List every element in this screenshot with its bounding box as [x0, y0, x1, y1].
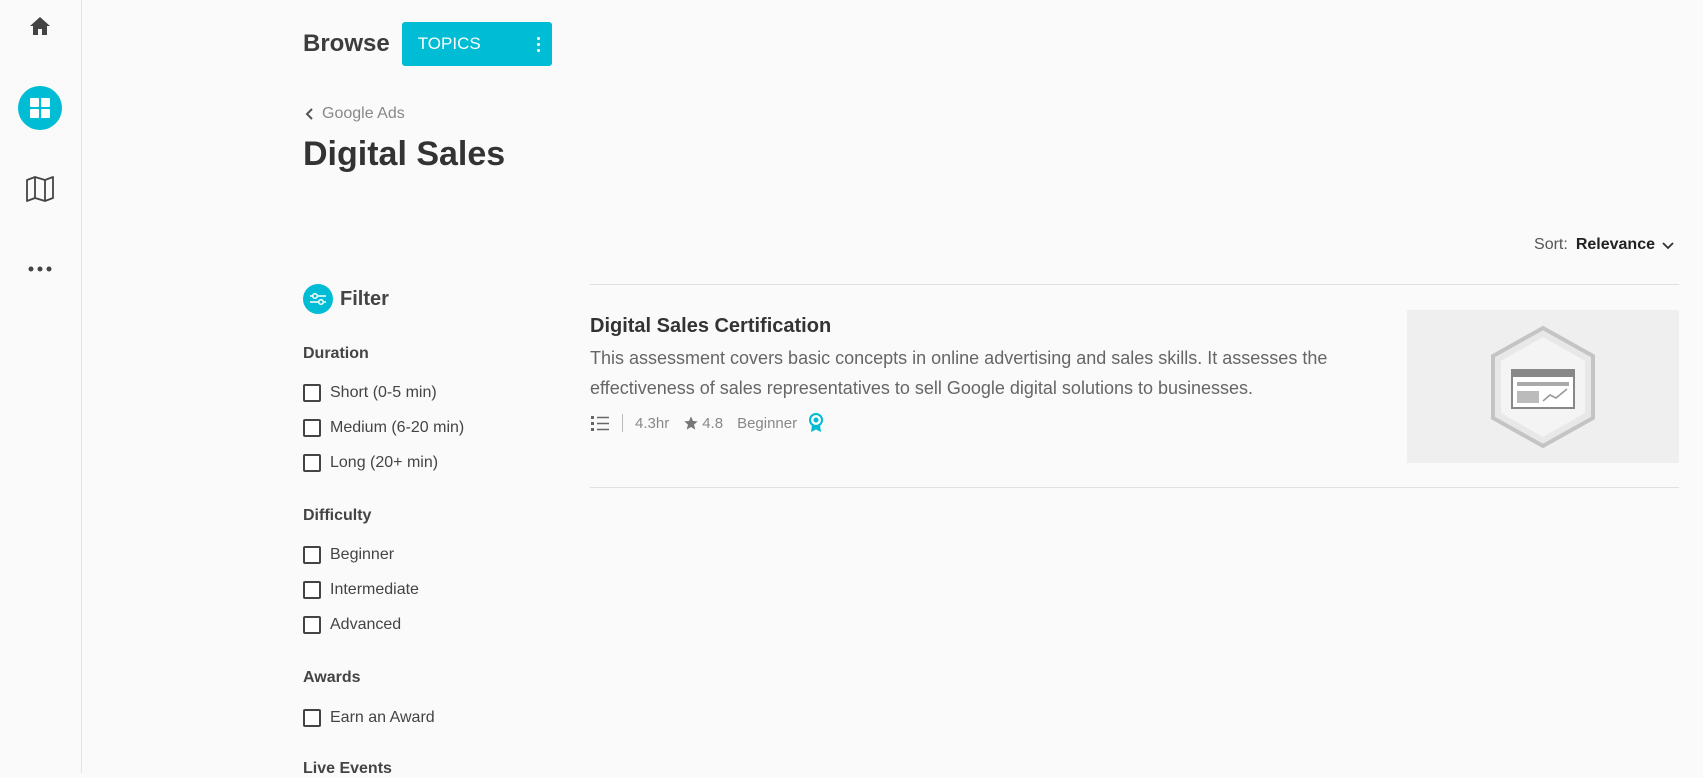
- breadcrumb[interactable]: Google Ads: [303, 105, 405, 123]
- checkbox[interactable]: [303, 546, 321, 564]
- award-badge-icon: [809, 413, 824, 432]
- filter-option-medium[interactable]: Medium (6-20 min): [303, 419, 464, 437]
- results-list: Digital Sales Certification This assessm…: [590, 284, 1679, 488]
- filter-option-beginner[interactable]: Beginner: [303, 546, 394, 564]
- checkbox[interactable]: [303, 384, 321, 402]
- result-description: This assessment covers basic concepts in…: [590, 348, 1328, 398]
- home-icon: [30, 17, 50, 35]
- map-icon: [26, 176, 54, 202]
- filter-option-earn-award[interactable]: Earn an Award: [303, 709, 435, 727]
- main-content: Browse TOPICS Google Ads Digital Sales S…: [303, 0, 1703, 777]
- browse-title: Browse: [303, 30, 390, 57]
- topics-button-label: TOPICS: [417, 34, 481, 53]
- result-rating: 4.8: [702, 414, 724, 432]
- filter-option-advanced[interactable]: Advanced: [303, 616, 401, 634]
- checkbox[interactable]: [303, 616, 321, 634]
- checkbox[interactable]: [303, 454, 321, 472]
- list-icon: [591, 416, 609, 431]
- map-nav-button[interactable]: [18, 167, 62, 211]
- filter-option-label: Earn an Award: [330, 709, 435, 726]
- filter-group-live-events: Live Events: [303, 760, 392, 777]
- filter-sliders-icon: [303, 284, 333, 314]
- meta-separator: [622, 414, 623, 432]
- checkbox[interactable]: [303, 419, 321, 437]
- checkbox[interactable]: [303, 709, 321, 727]
- browse-nav-button[interactable]: [18, 86, 62, 130]
- result-title[interactable]: Digital Sales Certification: [590, 315, 831, 338]
- result-meta: 4.3hr 4.8 Beginner: [590, 413, 825, 433]
- sort-value: Relevance: [1575, 236, 1655, 253]
- sort-dropdown[interactable]: Relevance: [1576, 236, 1675, 254]
- nav-rail: [0, 0, 82, 773]
- browse-header: Browse TOPICS: [303, 22, 552, 66]
- result-card[interactable]: Digital Sales Certification This assessm…: [590, 285, 1679, 488]
- star-icon: [684, 416, 698, 430]
- breadcrumb-parent: Google Ads: [322, 105, 405, 122]
- kebab-menu-icon: [536, 36, 540, 52]
- filter-group-duration: Duration: [303, 345, 369, 362]
- checkbox[interactable]: [303, 581, 321, 599]
- filter-option-short[interactable]: Short (0-5 min): [303, 384, 437, 402]
- filter-option-label: Medium (6-20 min): [330, 419, 465, 436]
- sort-control: Sort: Relevance: [1534, 236, 1675, 254]
- filter-option-label: Intermediate: [330, 581, 419, 598]
- result-thumbnail[interactable]: [1407, 310, 1679, 463]
- filter-title: Filter: [340, 287, 389, 310]
- filter-group-awards: Awards: [303, 669, 361, 686]
- filter-option-label: Short (0-5 min): [330, 384, 437, 401]
- more-icon: [28, 266, 52, 272]
- filter-group-difficulty: Difficulty: [303, 507, 372, 524]
- certification-hexagon-icon: [1491, 325, 1595, 448]
- result-level: Beginner: [737, 414, 798, 432]
- filter-option-intermediate[interactable]: Intermediate: [303, 581, 419, 599]
- result-duration: 4.3hr: [635, 414, 670, 432]
- filter-option-label: Long (20+ min): [330, 454, 439, 471]
- filter-header: Filter: [303, 284, 389, 314]
- filter-option-long[interactable]: Long (20+ min): [303, 454, 438, 472]
- chevron-down-icon: [1662, 242, 1674, 250]
- filter-option-label: Beginner: [330, 546, 395, 563]
- filter-option-label: Advanced: [330, 616, 402, 633]
- sort-label: Sort:: [1534, 236, 1568, 253]
- more-nav-button[interactable]: [18, 247, 62, 291]
- chevron-left-icon: [305, 108, 313, 120]
- dashboard-icon: [30, 98, 50, 118]
- home-button[interactable]: [18, 4, 62, 48]
- page-title: Digital Sales: [303, 135, 506, 173]
- topics-button[interactable]: TOPICS: [401, 22, 552, 66]
